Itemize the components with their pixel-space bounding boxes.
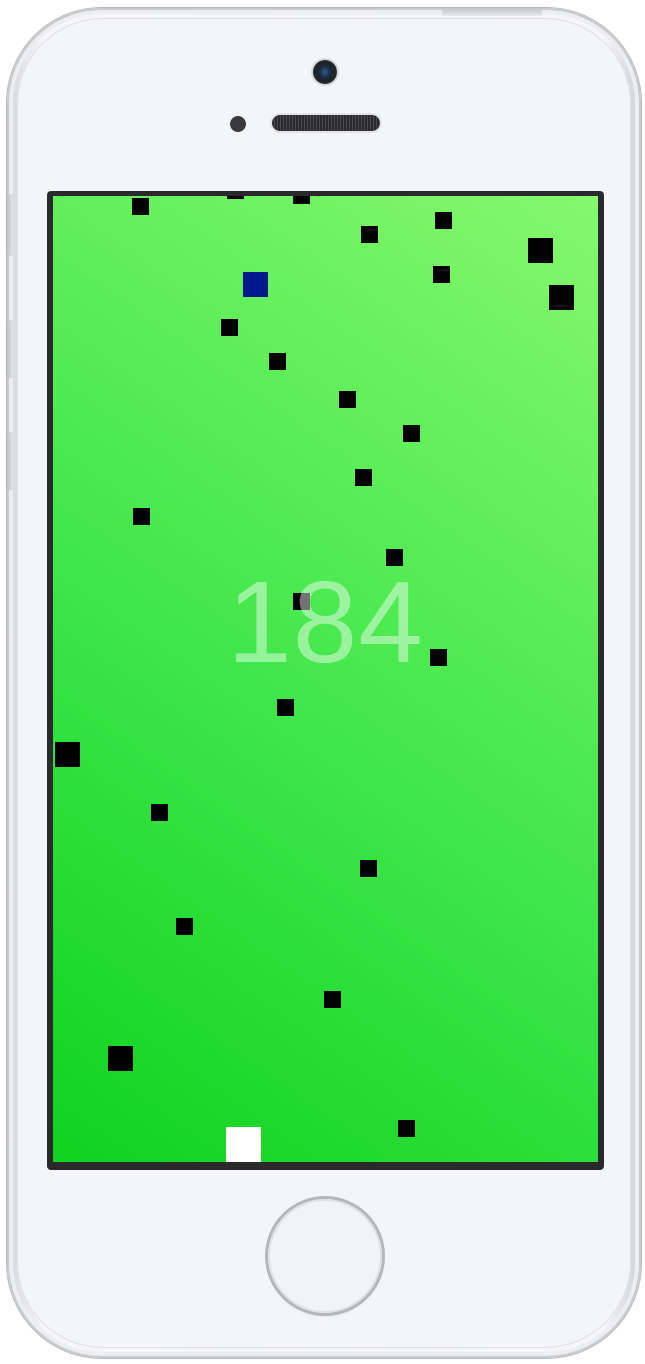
obstacle-block [176,918,193,935]
proximity-sensor [230,116,246,132]
volume-down-button [7,432,13,490]
obstacle-block [403,425,420,442]
obstacle-block [339,391,356,408]
obstacle-block [360,860,377,877]
obstacle-block [361,226,378,243]
home-button[interactable] [268,1199,382,1313]
mute-switch [7,194,13,256]
score-display: 184 [227,557,424,687]
obstacle-block [221,319,238,336]
obstacle-block [133,508,150,525]
game-screen[interactable]: 184 [53,196,598,1162]
obstacle-block [528,238,553,263]
front-camera-icon [313,60,337,84]
obstacle-block [132,198,149,215]
obstacle-block [355,469,372,486]
obstacle-block [433,266,450,283]
obstacle-block [293,196,310,204]
obstacle-block [108,1046,133,1071]
collectible-block [243,272,268,297]
player-block[interactable] [226,1127,261,1162]
obstacle-block [324,991,341,1008]
obstacle-block [151,804,168,821]
obstacle-block [549,285,574,310]
obstacle-block [55,742,80,767]
obstacle-block [277,699,294,716]
volume-up-button [7,320,13,378]
earpiece-speaker [272,115,380,131]
obstacle-block [435,212,452,229]
power-button [442,8,542,16]
obstacle-block [269,353,286,370]
obstacle-block [227,196,244,199]
obstacle-block [398,1120,415,1137]
